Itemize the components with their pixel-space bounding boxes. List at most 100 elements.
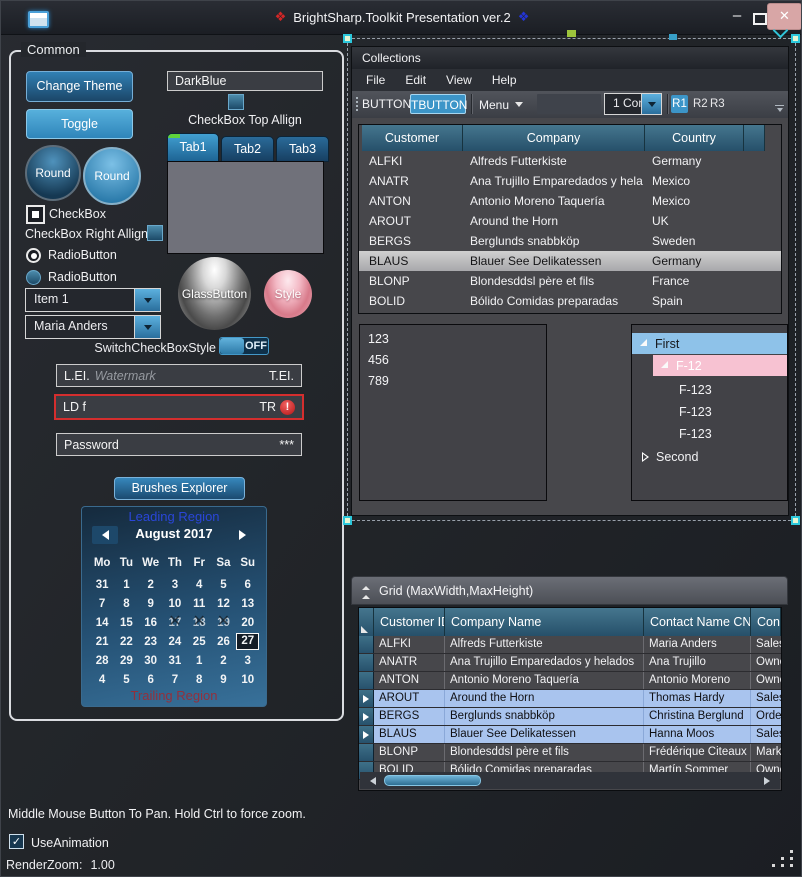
calendar-day-cell[interactable]: 21 xyxy=(90,632,114,651)
selection-handle[interactable] xyxy=(343,516,352,525)
chevron-down-icon[interactable] xyxy=(134,289,160,311)
scroll-right-arrow-icon[interactable] xyxy=(764,777,774,785)
change-theme-button[interactable]: Change Theme xyxy=(26,71,133,102)
table-row[interactable]: ALFKIAlfreds FutterkisteGermany xyxy=(359,151,781,171)
calendar-day-cell[interactable]: 1 xyxy=(187,651,211,670)
menu-item-view[interactable]: View xyxy=(436,73,482,87)
table-row[interactable]: AROUTAround the HornThomas HardySales xyxy=(359,690,781,708)
column-header-contact-name[interactable]: Contact Name CN xyxy=(644,608,751,636)
row-header[interactable] xyxy=(359,726,374,743)
menu-item-file[interactable]: File xyxy=(356,73,395,87)
tree-item-f123[interactable]: F-123 xyxy=(679,401,712,422)
radio-button-1[interactable] xyxy=(26,248,41,263)
calendar-day-cell[interactable]: 19✕ xyxy=(211,613,235,632)
row-header[interactable] xyxy=(359,636,374,653)
column-header-company[interactable]: Company xyxy=(463,125,645,151)
list-item[interactable]: 789 xyxy=(360,371,546,392)
calendar-day-cell[interactable]: 23 xyxy=(139,632,163,651)
calendar-day-cell[interactable]: 28 xyxy=(90,651,114,670)
glass-button[interactable]: GlassButton xyxy=(178,257,251,330)
tree-collapsed-icon[interactable] xyxy=(642,452,649,462)
error-textbox[interactable]: LD f TR ! xyxy=(54,394,304,420)
toolbar-overflow-icon[interactable] xyxy=(775,105,784,115)
title-bar[interactable]: ❖ BrightSharp.Toolkit Presentation ver.2… xyxy=(1,1,802,35)
calendar-day-cell[interactable]: 26 xyxy=(211,632,235,651)
toolbar-menu-button[interactable]: Menu xyxy=(479,91,523,118)
table-row[interactable]: ANTONAntonio Moreno TaqueríaAntonio More… xyxy=(359,672,781,690)
table-row[interactable]: BLAUSBlauer See DelikatessenHanna MoosSa… xyxy=(359,726,781,744)
tree-item-f123[interactable]: F-123 xyxy=(679,379,712,400)
row-header[interactable] xyxy=(359,690,374,707)
toggle-button[interactable]: Toggle xyxy=(26,109,133,139)
toolbar-radio-r3[interactable]: R3 xyxy=(710,95,725,113)
calendar-day-cell[interactable]: 25 xyxy=(187,632,211,651)
toolbar-combobox[interactable]: 1 Com xyxy=(604,93,662,115)
tree-item-f12[interactable]: F-12 xyxy=(653,355,787,376)
menu-item-edit[interactable]: Edit xyxy=(395,73,436,87)
prev-month-arrow-icon[interactable] xyxy=(92,526,118,544)
table-row[interactable]: ANTONAntonio Moreno TaqueríaMexico xyxy=(359,191,781,211)
selection-handle[interactable] xyxy=(791,516,800,525)
password-field[interactable]: Password *** xyxy=(56,433,302,456)
calendar-day-cell[interactable]: 31 xyxy=(90,575,114,594)
calendar-day-cell[interactable]: 6 xyxy=(236,575,260,594)
radio-button-2[interactable] xyxy=(26,270,41,285)
calendar-day-cell[interactable]: 17✕ xyxy=(163,613,187,632)
calendar-day-cell[interactable]: 4 xyxy=(90,670,114,689)
checkbox-right-align[interactable] xyxy=(147,225,163,241)
calendar-day-cell[interactable]: 9 xyxy=(139,594,163,613)
calendar-day-cell[interactable]: 3 xyxy=(163,575,187,594)
column-header-customer-id[interactable]: Customer ID xyxy=(374,608,445,636)
row-header[interactable] xyxy=(359,672,374,689)
calendar-day-cell[interactable]: 10 xyxy=(236,670,260,689)
calendar-day-cell[interactable]: 13 xyxy=(236,594,260,613)
calendar-day-cell[interactable]: 2 xyxy=(139,575,163,594)
collapse-icon[interactable] xyxy=(362,581,370,600)
tree-item-first[interactable]: First xyxy=(632,333,787,354)
calendar-day-cell[interactable]: 5 xyxy=(114,670,138,689)
calendar-day-cell[interactable]: 27 xyxy=(236,632,260,651)
calendar-day-cell[interactable]: 31 xyxy=(163,651,187,670)
table-row[interactable]: ALFKIAlfreds FutterkisteMaria AndersSale… xyxy=(359,636,781,654)
calendar-day-cell[interactable]: 16 xyxy=(139,613,163,632)
table-row[interactable]: BOLIDBólido Comidas preparadasSpain xyxy=(359,291,781,311)
row-header[interactable] xyxy=(359,654,374,671)
select-all-corner[interactable] xyxy=(359,608,374,636)
tree-expanded-icon[interactable] xyxy=(640,339,647,346)
row-header[interactable] xyxy=(359,744,374,761)
scroll-left-arrow-icon[interactable] xyxy=(366,777,376,785)
use-animation-checkbox[interactable]: ✓ xyxy=(9,834,24,849)
table-row[interactable]: BLAUSBlauer See DelikatessenGermany xyxy=(359,251,781,271)
listbox[interactable]: 123456789 xyxy=(359,324,547,501)
next-month-arrow-icon[interactable] xyxy=(230,526,256,544)
calendar-day-cell[interactable]: 6 xyxy=(139,670,163,689)
table-row[interactable]: ANATRAna Trujillo Emparedados y heladosA… xyxy=(359,654,781,672)
calendar-day-cell[interactable]: 5 xyxy=(211,575,235,594)
calendar-day-cell[interactable]: 18✕ xyxy=(187,613,211,632)
menu-item-help[interactable]: Help xyxy=(482,73,527,87)
calendar-day-cell[interactable]: 8 xyxy=(114,594,138,613)
horizontal-scrollbar[interactable] xyxy=(360,772,780,789)
tab-tab2[interactable]: Tab2 xyxy=(221,136,274,162)
tab-tab1[interactable]: Tab1 xyxy=(167,133,219,162)
calendar-day-cell[interactable]: 9 xyxy=(211,670,235,689)
column-header-country[interactable]: Country xyxy=(645,125,744,151)
calendar-day-cell[interactable]: 8 xyxy=(187,670,211,689)
calendar-day-cell[interactable]: 3 xyxy=(236,651,260,670)
theme-textbox[interactable]: DarkBlue xyxy=(167,71,323,91)
table-row[interactable]: BERGSBerglunds snabbköpSweden xyxy=(359,231,781,251)
brushes-explorer-button[interactable]: Brushes Explorer xyxy=(114,477,245,500)
style-button[interactable]: Style xyxy=(264,270,312,318)
scrollbar-thumb[interactable] xyxy=(384,775,481,786)
selection-handle[interactable] xyxy=(791,34,800,43)
tab-tab3[interactable]: Tab3 xyxy=(276,136,329,162)
toolbar-textbox[interactable] xyxy=(537,94,601,114)
table-row[interactable]: ANATRAna Trujillo Emparedados y helaMexi… xyxy=(359,171,781,191)
tree-expanded-icon[interactable] xyxy=(661,361,668,368)
switch-knob[interactable] xyxy=(220,338,244,354)
calendar-day-cell[interactable]: 4 xyxy=(187,575,211,594)
toolbar-button[interactable]: BUTTON xyxy=(362,91,411,118)
calendar-day-cell[interactable]: 20 xyxy=(236,613,260,632)
watermark-textbox[interactable]: L.EI. Watermark T.EI. xyxy=(56,364,302,387)
customer-combobox[interactable]: Maria Anders xyxy=(25,315,161,339)
